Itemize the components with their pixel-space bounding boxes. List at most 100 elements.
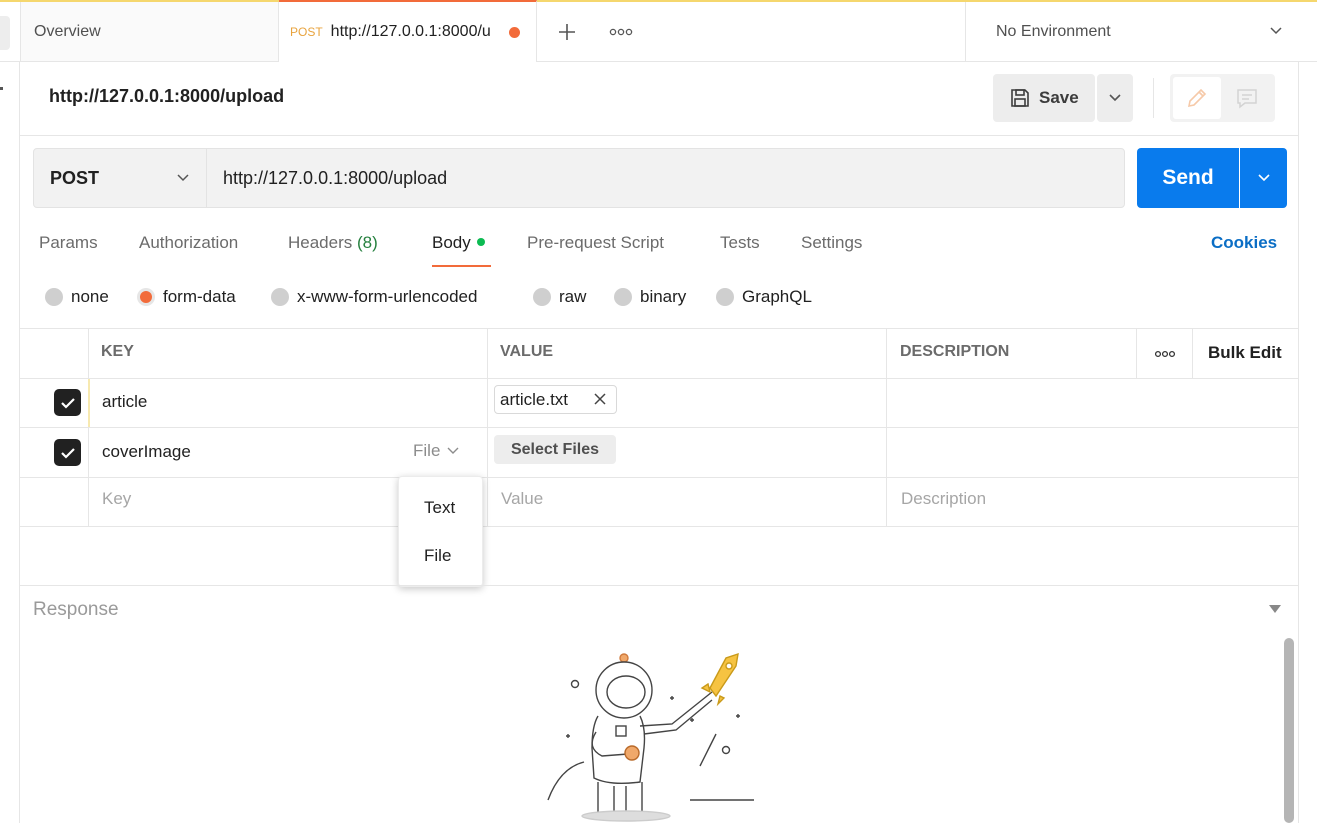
sidebar-toggle[interactable] [0,16,10,50]
sidebar-marker [0,87,3,90]
body-type-label: none [71,287,109,306]
send-button[interactable]: Send [1137,148,1239,208]
method-label: POST [50,167,100,188]
tab-settings[interactable]: Settings [801,233,862,253]
save-icon [1011,89,1029,107]
tab-bar: Overview POST http://127.0.0.1:8000/u No… [0,0,1317,62]
body-type-graphql[interactable]: GraphQL [716,287,812,307]
row-key[interactable]: article [102,392,147,412]
chevron-down-icon [1109,94,1121,102]
tab-request-active[interactable]: POST http://127.0.0.1:8000/u [279,0,537,62]
new-tab-plus-icon[interactable] [553,18,581,46]
tab-headers-label: Headers [288,233,353,252]
body-type-label: GraphQL [742,287,812,306]
body-type-urlencoded[interactable]: x-www-form-urlencoded [271,287,477,307]
scrollbar[interactable] [1284,638,1294,823]
tab-body[interactable]: Body [432,233,485,253]
file-chip: article.txt [494,385,617,414]
tab-overview[interactable]: Overview [20,2,279,61]
left-sidebar-edge [0,62,20,823]
body-type-none[interactable]: none [45,287,109,307]
body-type-binary[interactable]: binary [614,287,686,307]
radio-checked-icon [137,288,155,306]
tab-pre-request-script[interactable]: Pre-request Script [527,233,664,253]
radio-icon [614,288,632,306]
response-divider [20,585,1298,586]
astronaut-illustration [547,652,754,822]
right-edge [1298,62,1299,823]
tab-overview-label: Overview [34,22,101,40]
response-title: Response [33,599,119,620]
body-type-label: form-data [163,287,236,306]
environment-select[interactable]: No Environment [965,2,1317,61]
header-divider [20,135,1298,136]
radio-icon [533,288,551,306]
checkmark-icon [60,397,75,409]
save-button[interactable]: Save [993,74,1095,122]
comment-icon[interactable] [1222,77,1272,119]
body-status-dot [476,238,485,246]
tab-headers[interactable]: Headers (8) [288,233,378,253]
cookies-link[interactable]: Cookies [1211,233,1277,253]
table-col-divider [88,329,89,527]
table-divider [20,378,1298,379]
method-select[interactable]: POST [34,149,207,207]
column-header-value: VALUE [500,343,554,360]
file-chip-name: article.txt [500,389,569,409]
column-header-key: KEY [101,343,134,360]
body-type-label: raw [559,287,587,306]
description-input[interactable]: Description [901,489,986,509]
remove-file-icon[interactable] [593,392,607,406]
body-type-form-data[interactable]: form-data [137,287,236,307]
tab-authorization[interactable]: Authorization [139,233,238,253]
request-title[interactable]: http://127.0.0.1:8000/upload [49,86,284,107]
select-files-button[interactable]: Select Files [494,435,616,464]
row-key[interactable]: coverImage [102,442,191,462]
send-options-button[interactable] [1240,148,1287,208]
key-type-dropdown: Text File [398,476,483,587]
collapse-response-icon[interactable] [1268,604,1282,614]
key-type-label: File [413,441,441,460]
radio-icon [45,288,63,306]
bulk-edit-button[interactable]: Bulk Edit [1208,343,1282,363]
key-type-select[interactable]: File [413,441,460,461]
body-type-label: binary [640,287,687,306]
tab-method-label: POST [290,25,323,39]
headers-count: (8) [357,233,378,252]
table-col-divider [487,329,488,527]
tab-tests[interactable]: Tests [720,233,760,253]
edit-pencil-icon[interactable] [1173,77,1221,119]
row-focus-marker [88,379,90,427]
body-type-raw[interactable]: raw [533,287,586,307]
more-tabs-icon[interactable] [606,18,636,46]
table-top-border [20,328,1298,329]
chevron-down-icon [177,174,189,182]
unsaved-dot-icon[interactable] [508,26,520,38]
table-col-divider [886,329,887,527]
body-type-label: x-www-form-urlencoded [297,287,478,306]
chevron-down-icon [1270,27,1282,35]
value-input[interactable]: Value [501,489,543,509]
radio-icon [271,288,289,306]
key-input[interactable]: Key [102,489,131,509]
radio-icon [716,288,734,306]
table-col-divider [1192,329,1193,378]
environment-label: No Environment [996,22,1111,40]
tab-body-label: Body [432,233,471,252]
table-options-icon[interactable] [1137,329,1192,378]
table-divider [20,477,1298,478]
chevron-down-icon [447,447,459,454]
header-separator [1153,78,1154,118]
row-checkbox[interactable] [54,389,81,416]
table-divider [20,526,1298,527]
table-divider [20,427,1298,428]
dropdown-option-file[interactable]: File [399,534,484,578]
chevron-down-icon [1257,174,1270,182]
row-checkbox[interactable] [54,439,81,466]
url-input[interactable]: http://127.0.0.1:8000/upload [223,149,447,207]
save-label: Save [1039,88,1079,107]
tab-params[interactable]: Params [39,233,98,253]
column-header-description: DESCRIPTION [900,343,1010,360]
save-options-button[interactable] [1097,74,1133,122]
dropdown-option-text[interactable]: Text [399,486,484,530]
